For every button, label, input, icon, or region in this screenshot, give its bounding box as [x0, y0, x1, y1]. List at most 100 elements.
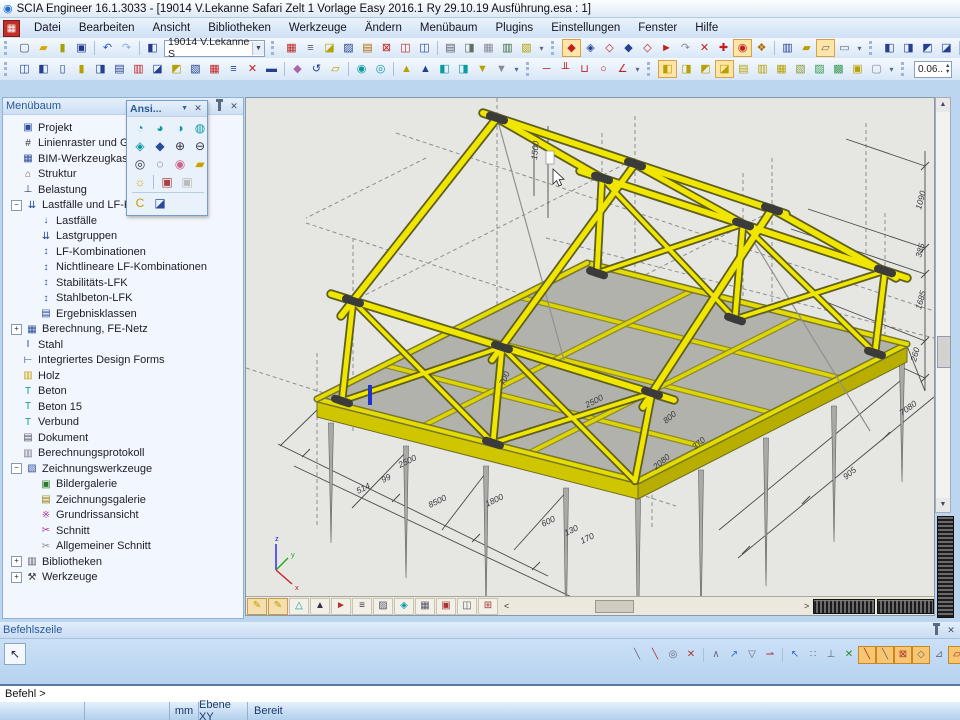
- insert-wall-button[interactable]: ◨: [91, 60, 110, 78]
- toolbar-overflow-icon[interactable]: ▾: [632, 65, 643, 74]
- clipping-off-button[interactable]: ▭: [835, 39, 854, 57]
- tree-item-allgemeiner-schnitt[interactable]: ✂Allgemeiner Schnitt: [5, 539, 243, 555]
- dimension-chain-button[interactable]: ⊔: [575, 60, 594, 78]
- recalculate-button[interactable]: ↺: [307, 60, 326, 78]
- selection-mode-button[interactable]: ◉: [733, 39, 752, 57]
- beam-view-6-button[interactable]: ▥: [753, 60, 772, 78]
- tree-item-lastgruppen[interactable]: ⇊Lastgruppen: [5, 229, 243, 245]
- beam-view-3-button[interactable]: ◩: [696, 60, 715, 78]
- connect-nodes-button[interactable]: ◉: [352, 60, 371, 78]
- save-database-button[interactable]: ▮: [53, 39, 72, 57]
- chevron-down-icon[interactable]: ▼: [252, 42, 264, 55]
- beam-view-4-button[interactable]: ◪: [715, 60, 734, 78]
- view-top-button[interactable]: ◔: [130, 119, 150, 138]
- snap-tangent-button[interactable]: ⇀: [761, 646, 779, 664]
- save-button[interactable]: ▣: [72, 39, 91, 57]
- tree-item-dokument[interactable]: ▤Dokument: [5, 430, 243, 446]
- insert-grid-button[interactable]: ▦: [205, 60, 224, 78]
- tree-item-beton[interactable]: TBeton: [5, 384, 243, 400]
- toolbar-overflow-icon[interactable]: ▾: [536, 44, 547, 53]
- render-surface-button[interactable]: ✎: [268, 598, 288, 615]
- render-mode-button[interactable]: ◈: [394, 598, 414, 615]
- select-by-intersect-button[interactable]: ◇: [600, 39, 619, 57]
- show-grid-button[interactable]: ⊞: [478, 598, 498, 615]
- menu-menübaum[interactable]: Menübaum: [411, 20, 487, 36]
- visibility-folder-button[interactable]: ▰: [190, 155, 210, 174]
- project-data-button[interactable]: ▦: [282, 39, 301, 57]
- insert-level-button[interactable]: ≡: [224, 60, 243, 78]
- rotation-wheel-vertical[interactable]: [937, 516, 954, 618]
- engineering-report-button[interactable]: ⊠: [377, 39, 396, 57]
- model-3d-view[interactable]: zyx1090385168526015007080905800370208025…: [246, 98, 934, 597]
- select-previous-button[interactable]: ►: [657, 39, 676, 57]
- new-project-button[interactable]: ▢: [15, 39, 34, 57]
- show-gallery-button[interactable]: ◫: [457, 598, 477, 615]
- snap-endpoint-button[interactable]: ╲: [628, 646, 646, 664]
- toolbar-overflow-icon[interactable]: ▾: [886, 65, 897, 74]
- zoom-all-button[interactable]: ◌: [150, 155, 170, 174]
- view-3d-window-button[interactable]: ◪: [150, 194, 170, 213]
- window-tile-button[interactable]: ◨: [899, 39, 918, 57]
- rotation-wheel-horizontal-2[interactable]: [877, 599, 934, 614]
- cross-link-button[interactable]: ▼: [473, 60, 492, 78]
- export-button[interactable]: ▥: [498, 39, 517, 57]
- horizontal-scrollbar-thumb[interactable]: [595, 600, 634, 613]
- redo-button[interactable]: ↷: [117, 39, 136, 57]
- show-mesh-button[interactable]: ▦: [415, 598, 435, 615]
- view-front-button[interactable]: ◕: [150, 119, 170, 138]
- open-project-button[interactable]: ▰: [34, 39, 53, 57]
- show-labels-button[interactable]: ►: [331, 598, 351, 615]
- deselect-button[interactable]: ↷: [676, 39, 695, 57]
- beam-view-11-button[interactable]: ▣: [848, 60, 867, 78]
- check-nodes-button[interactable]: ▲: [416, 60, 435, 78]
- beam-view-2-button[interactable]: ◨: [677, 60, 696, 78]
- edit-geometry-button[interactable]: ◆: [288, 60, 307, 78]
- show-dimensions-button[interactable]: ▨: [373, 598, 393, 615]
- menu-plugins[interactable]: Plugins: [486, 20, 542, 36]
- tree-item-verbund[interactable]: TVerbund: [5, 415, 243, 431]
- select-by-mouse-button[interactable]: ◆: [562, 39, 581, 57]
- snap-ortho-button[interactable]: ✕: [840, 646, 858, 664]
- expand-icon[interactable]: +: [11, 572, 22, 583]
- insert-haunch-button[interactable]: ◪: [148, 60, 167, 78]
- menu-hilfe[interactable]: Hilfe: [686, 20, 727, 36]
- document-button[interactable]: ▧: [517, 39, 536, 57]
- snap-line-grid-button[interactable]: ⊥: [822, 646, 840, 664]
- menu-bearbeiten[interactable]: Bearbeiten: [70, 20, 144, 36]
- attributes-button[interactable]: ▨: [339, 39, 358, 57]
- cancel-selection-button[interactable]: ✕: [695, 39, 714, 57]
- edit-surface-button[interactable]: ▱: [326, 60, 345, 78]
- scroll-right-icon[interactable]: >: [804, 601, 809, 611]
- cursor-snap-settings-button[interactable]: ↖: [786, 646, 804, 664]
- tree-item-integriertes-design-forms[interactable]: ⊢Integriertes Design Forms: [5, 353, 243, 369]
- pin-icon[interactable]: [218, 102, 221, 111]
- close-polyline-button[interactable]: ▬: [262, 60, 281, 78]
- snap-arc-button[interactable]: ↗: [725, 646, 743, 664]
- tree-item-stabilitäts-lfk[interactable]: ↕Stabilitäts-LFK: [5, 275, 243, 291]
- menu-bibliotheken[interactable]: Bibliotheken: [199, 20, 280, 36]
- chevron-down-icon[interactable]: ▼: [181, 105, 188, 112]
- scale-reset-button[interactable]: ◆: [954, 60, 960, 78]
- toolbar-overflow-icon[interactable]: ▾: [511, 65, 522, 74]
- tree-item-bildergalerie[interactable]: ▣Bildergalerie: [5, 477, 243, 493]
- zoom-in-button[interactable]: ⊕: [170, 137, 190, 156]
- snap-midpoint-button[interactable]: ╲: [646, 646, 664, 664]
- insert-opening-button[interactable]: ▤: [110, 60, 129, 78]
- command-input[interactable]: Befehl >: [0, 684, 960, 702]
- snap-mode-5-button[interactable]: ⊿: [930, 646, 948, 664]
- tree-item-schnitt[interactable]: ✂Schnitt: [5, 523, 243, 539]
- scroll-up-icon[interactable]: ▲: [936, 98, 950, 112]
- coordinates-info-button[interactable]: C: [130, 194, 150, 213]
- delete-member-button[interactable]: ✕: [243, 60, 262, 78]
- menu-datei[interactable]: Datei: [25, 20, 70, 36]
- scroll-left-icon[interactable]: <: [504, 601, 509, 611]
- insert-member-button[interactable]: ◫: [15, 60, 34, 78]
- tree-item-holz[interactable]: ▥Holz: [5, 368, 243, 384]
- tree-item-zeichnungsgalerie[interactable]: ▤Zeichnungsgalerie: [5, 492, 243, 508]
- zoom-selection-button[interactable]: ◉: [170, 155, 190, 174]
- scale-factor-input[interactable]: 0.06..▲▼: [914, 61, 952, 78]
- dimension-circle-button[interactable]: ○: [594, 60, 613, 78]
- tree-item-bibliotheken[interactable]: +▥Bibliotheken: [5, 554, 243, 570]
- window-cascade-button[interactable]: ◧: [880, 39, 899, 57]
- dimension-line-button[interactable]: ─: [537, 60, 556, 78]
